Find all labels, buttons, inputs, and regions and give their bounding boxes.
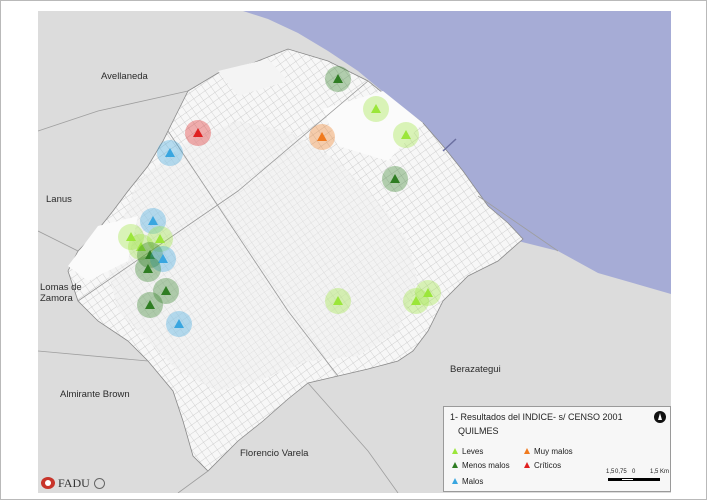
- legend-label: Críticos: [534, 461, 562, 470]
- university-seal-icon: [93, 477, 105, 489]
- place-label-lomas-de-zamora: Lomas de Zamora: [40, 282, 82, 304]
- triangle-icon: [452, 478, 458, 484]
- triangle-icon: [452, 462, 458, 468]
- legend-label: Malos: [462, 477, 484, 486]
- triangle-icon: [524, 448, 530, 454]
- scale-tick: 1,5 Km: [650, 469, 670, 475]
- triangle-icon: [524, 462, 530, 468]
- scale-tick: 1,5: [606, 469, 615, 475]
- legend-item-criticos: Críticos: [524, 461, 561, 470]
- legend-label: Muy malos: [534, 447, 573, 456]
- triangle-icon: [452, 448, 458, 454]
- outer-road: [38, 350, 149, 362]
- scale-segment: [608, 478, 621, 481]
- place-label-florencio-varela: Florencio Varela: [240, 448, 309, 459]
- figure-frame: Avellaneda Lanus Lomas de Zamora Almiran…: [0, 0, 707, 500]
- fadu-logo-text: FADU: [58, 475, 90, 490]
- outer-road: [177, 470, 209, 493]
- legend-item-muy-malos: Muy malos: [524, 447, 573, 456]
- scale-bar: 1,5 0,75 0 1,5 Km: [606, 469, 670, 487]
- legend-label: Menos malos: [462, 461, 510, 470]
- outer-road: [38, 230, 79, 252]
- fadu-logo: FADU: [41, 475, 105, 491]
- scale-tick: 0: [632, 469, 636, 475]
- legend-item-menos-malos: Menos malos: [452, 461, 510, 470]
- fadu-logo-icon: [41, 477, 55, 489]
- north-arrow-icon: [654, 411, 666, 423]
- place-label-almirante-brown: Almirante Brown: [60, 389, 130, 400]
- place-label-avellaneda: Avellaneda: [101, 71, 148, 82]
- scale-segment: [634, 478, 660, 481]
- legend-item-malos: Malos: [452, 477, 483, 486]
- legend-title: 1- Resultados del INDICE- s/ CENSO 2001: [450, 412, 623, 422]
- scale-tick: 0,75: [615, 469, 627, 475]
- scale-segment: [621, 478, 634, 481]
- map-legend: 1- Resultados del INDICE- s/ CENSO 2001 …: [443, 406, 671, 492]
- legend-label: Leves: [462, 447, 484, 456]
- legend-subtitle: QUILMES: [458, 426, 499, 436]
- place-label-lanus: Lanus: [46, 194, 72, 205]
- place-label-berazategui: Berazategui: [450, 364, 501, 375]
- legend-item-leves: Leves: [452, 447, 483, 456]
- outer-road: [38, 90, 189, 132]
- outer-road: [307, 382, 399, 493]
